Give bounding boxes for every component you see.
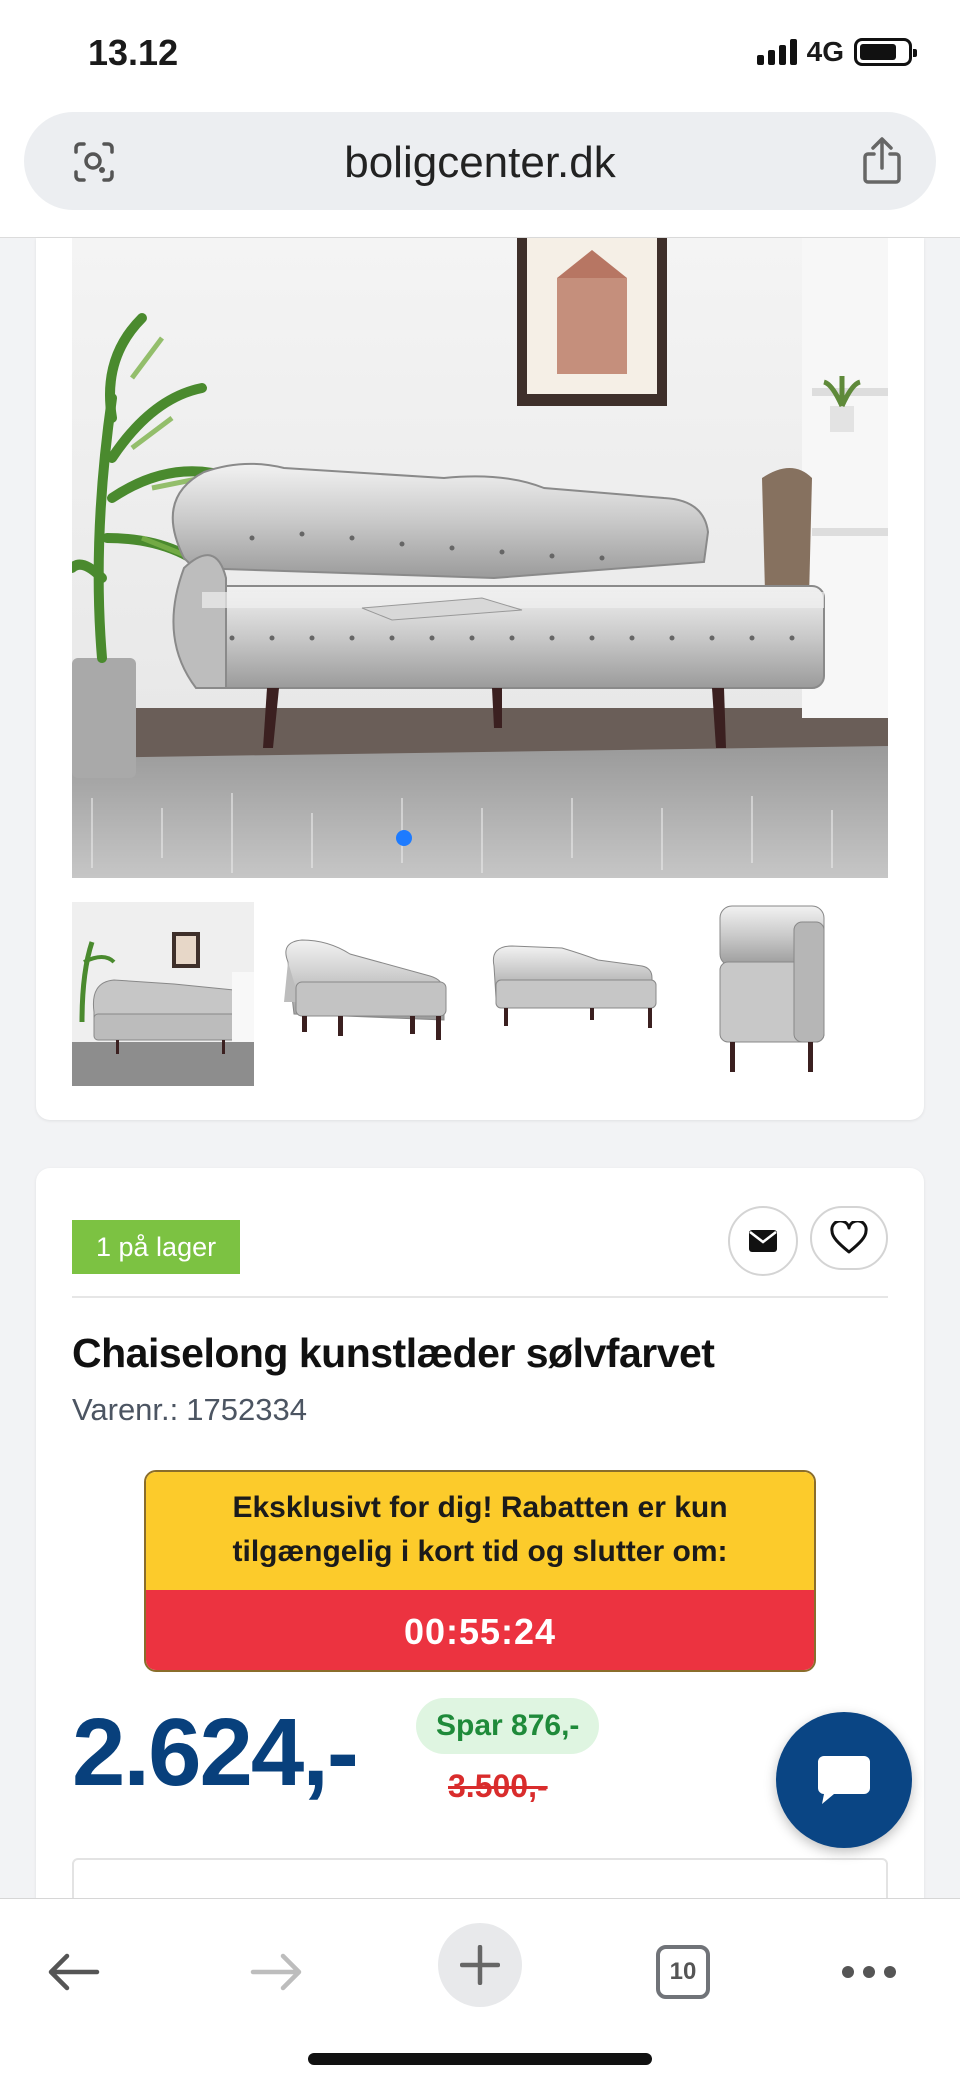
promo-line-2: tilgængelig i kort tid og slutter om:: [232, 1535, 728, 1568]
envelope-icon: [749, 1230, 777, 1252]
promo-countdown-banner: Eksklusivt for dig! Rabatten er kun tilg…: [144, 1470, 816, 1672]
promo-message: Eksklusivt for dig! Rabatten er kun tilg…: [146, 1472, 814, 1590]
heart-icon: [830, 1221, 868, 1254]
chat-bubble-icon: [818, 1756, 870, 1804]
divider: [72, 1296, 888, 1298]
stock-badge: 1 på lager: [72, 1220, 241, 1274]
favorite-button[interactable]: [810, 1206, 888, 1270]
gallery-card: [36, 238, 924, 1120]
browser-toolbar: boligcenter.dk: [0, 110, 960, 238]
arrow-right-icon: [250, 1953, 302, 1991]
current-price: 2.624,-: [72, 1699, 359, 1806]
browser-bottom-bar: 10: [0, 1898, 960, 2078]
tab-count: 10: [656, 1945, 710, 1999]
chat-button[interactable]: [776, 1712, 912, 1848]
promo-line-1: Eksklusivt for dig! Rabatten er kun: [232, 1491, 728, 1524]
old-price: 3.500,-: [448, 1768, 548, 1804]
address-bar[interactable]: boligcenter.dk: [24, 112, 936, 210]
savings-badge: Spar 876,-: [416, 1698, 600, 1754]
more-dots-icon: [842, 1966, 896, 1978]
battery-icon: [854, 38, 917, 66]
product-sku: Varenr.: 1752334: [72, 1392, 307, 1428]
thumbnail-3[interactable]: [480, 902, 662, 1086]
thumbnail-4[interactable]: [684, 902, 866, 1086]
countdown-timer: 00:55:24: [146, 1590, 814, 1670]
status-bar: 13.12 4G: [0, 0, 960, 110]
product-title: Chaiselong kunstlæder sølvfarvet: [72, 1330, 715, 1376]
status-time: 13.12: [88, 32, 179, 73]
sku-value: 1752334: [186, 1392, 307, 1427]
home-indicator: [308, 2053, 652, 2065]
arrow-left-icon: [48, 1953, 100, 1991]
plus-icon: [460, 1945, 500, 1985]
back-button[interactable]: [38, 1937, 108, 2007]
more-menu-button[interactable]: [834, 1937, 904, 2007]
sku-label: Varenr.:: [72, 1392, 179, 1427]
thumbnail-2[interactable]: [276, 902, 458, 1086]
email-product-button[interactable]: [728, 1206, 798, 1276]
tabs-button[interactable]: 10: [648, 1937, 718, 2007]
url-text: boligcenter.dk: [344, 138, 616, 187]
status-indicators: 4G: [756, 36, 917, 68]
forward-button[interactable]: [242, 1937, 312, 2007]
carousel-dot-active[interactable]: [396, 830, 412, 846]
network-type: 4G: [806, 36, 844, 67]
thumbnail-strip: [72, 902, 888, 1086]
product-info-card: 1 på lager Chaiselong kunstlæder sølvfar…: [36, 1168, 924, 1978]
product-main-image[interactable]: [72, 238, 888, 878]
thumbnail-1[interactable]: [72, 902, 254, 1086]
signal-icon: [756, 39, 797, 65]
share-icon[interactable]: [858, 136, 906, 186]
new-tab-button[interactable]: [438, 1923, 522, 2007]
